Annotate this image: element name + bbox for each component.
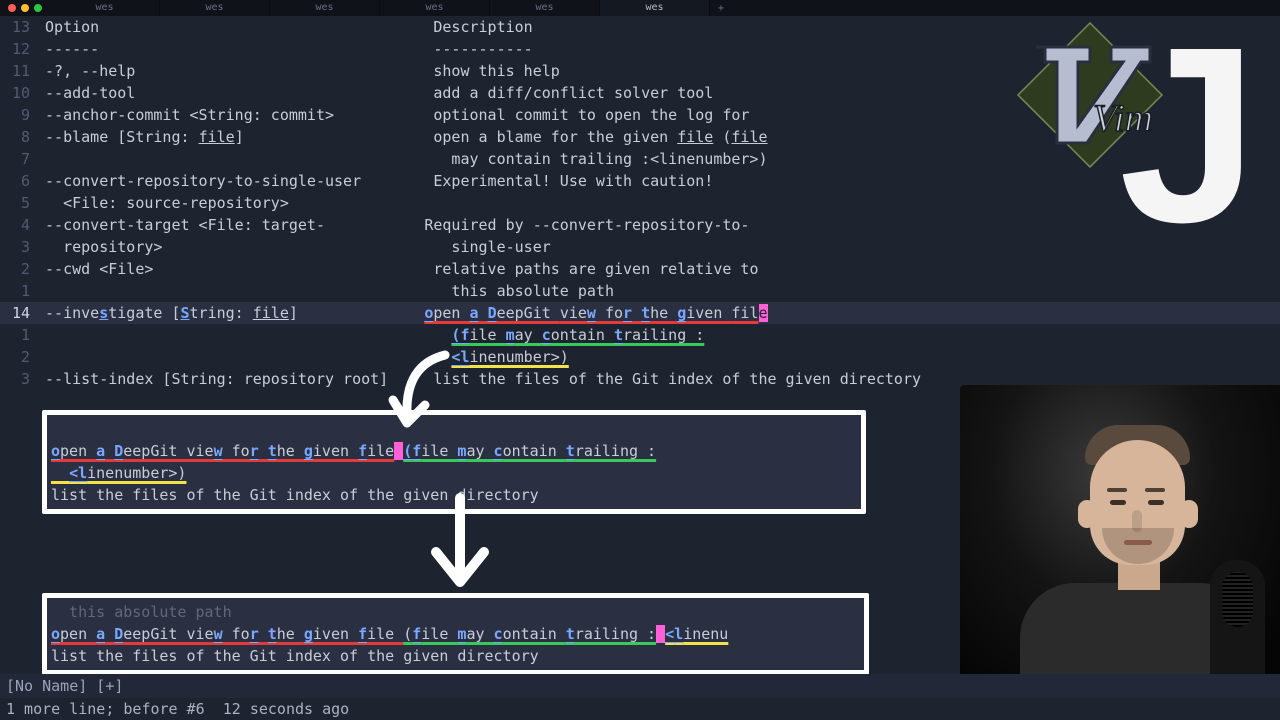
- close-icon[interactable]: [8, 4, 16, 12]
- cursor-line: 14 --investigate [String: file] open a D…: [0, 302, 1280, 324]
- line-number: 6: [0, 170, 36, 192]
- line-number: 1: [0, 324, 36, 346]
- line-number: 5: [0, 192, 36, 214]
- arrow-down-icon: [420, 490, 500, 600]
- line-number: 8: [0, 126, 36, 148]
- line-number: 2: [0, 346, 36, 368]
- cursor: e: [759, 304, 768, 322]
- line-number: 10: [0, 82, 36, 104]
- line-number: 12: [0, 38, 36, 60]
- line-number: 9: [0, 104, 36, 126]
- tab-bar: wes wes wes wes wes wes +: [0, 0, 1280, 16]
- line-number: 11: [0, 60, 36, 82]
- webcam-overlay: [960, 385, 1280, 675]
- window-controls[interactable]: [0, 4, 50, 12]
- tab-3[interactable]: wes: [380, 0, 490, 16]
- line-number: 4: [0, 214, 36, 236]
- arrow-icon: [385, 345, 465, 445]
- tab-1[interactable]: wes: [160, 0, 270, 16]
- overlay-step-2: this absolute path open a DeepGit view f…: [42, 593, 869, 675]
- line-number-current: 14: [0, 302, 36, 324]
- line-number: 3: [0, 236, 36, 258]
- tab-4[interactable]: wes: [490, 0, 600, 16]
- tab-0[interactable]: wes: [50, 0, 160, 16]
- tab-5[interactable]: wes: [600, 0, 710, 16]
- line-number: 7: [0, 148, 36, 170]
- message-bar: 1 more line; before #6 12 seconds ago: [0, 698, 1280, 720]
- minimize-icon[interactable]: [21, 4, 29, 12]
- line-number: 3: [0, 368, 36, 390]
- maximize-icon[interactable]: [34, 4, 42, 12]
- new-tab-button[interactable]: +: [710, 3, 732, 14]
- line-number: 2: [0, 258, 36, 280]
- status-bar: [No Name] [+]: [0, 674, 1280, 698]
- key-indicator: J: [1119, 35, 1258, 235]
- tab-2[interactable]: wes: [270, 0, 380, 16]
- line-number: 13: [0, 16, 36, 38]
- line-number: 1: [0, 280, 36, 302]
